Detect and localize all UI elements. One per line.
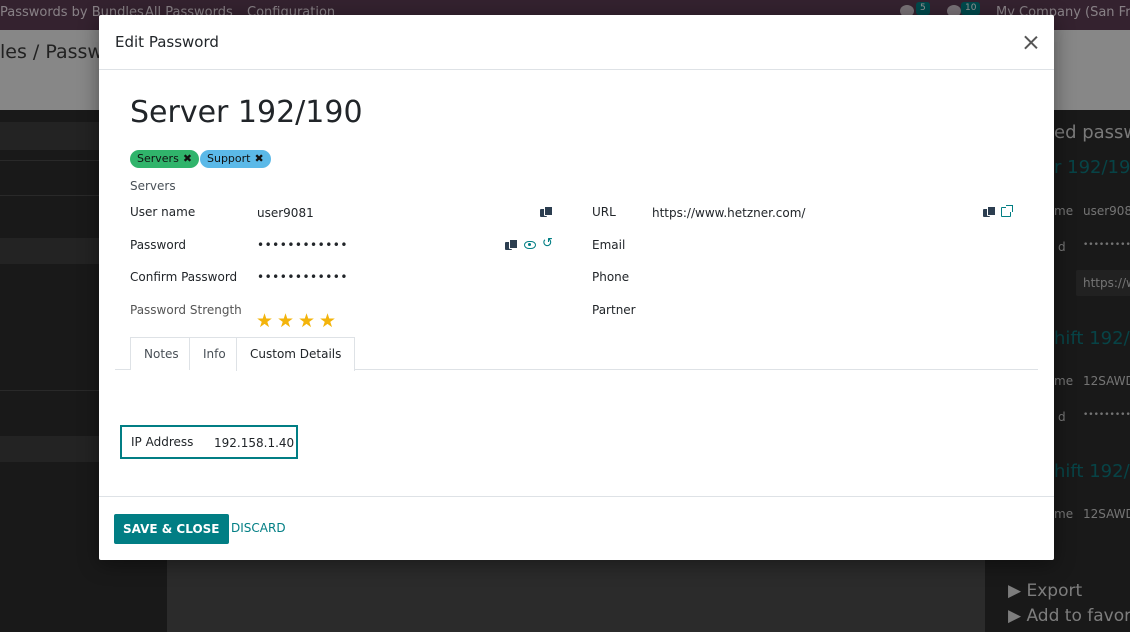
username-label: User name: [130, 205, 196, 219]
close-icon[interactable]: [1020, 32, 1042, 54]
star-icon: ★: [298, 310, 316, 332]
confirm-password-field[interactable]: ••••••••••••: [257, 270, 348, 284]
ip-address-label: IP Address: [131, 435, 194, 449]
show-password-icon[interactable]: [524, 241, 536, 249]
tab-custom-details[interactable]: Custom Details: [236, 337, 356, 371]
partner-label: Partner: [592, 303, 636, 317]
record-name-field[interactable]: Server 192/190: [130, 95, 363, 130]
tag-label: Servers: [137, 152, 179, 165]
bundle-group-label: Servers: [130, 179, 176, 193]
confirm-password-label: Confirm Password: [130, 270, 238, 284]
edit-password-dialog: Edit Password Server 192/190 Servers ✖ Su…: [99, 15, 1054, 560]
star-icon: ★: [277, 310, 295, 332]
password-label: Password: [130, 238, 187, 252]
email-label: Email: [592, 238, 626, 252]
url-field[interactable]: https://www.hetzner.com/: [652, 206, 805, 220]
copy-icon[interactable]: [983, 206, 996, 218]
url-label: URL: [592, 205, 616, 219]
modal-header: Edit Password: [99, 15, 1054, 70]
phone-label: Phone: [592, 270, 630, 284]
tab-info[interactable]: Info: [189, 337, 240, 370]
copy-icon[interactable]: [505, 239, 518, 251]
username-field[interactable]: user9081: [257, 206, 314, 220]
remove-tag-icon[interactable]: ✖: [183, 152, 192, 165]
modal-title: Edit Password: [115, 33, 219, 51]
tag-support: Support ✖: [200, 150, 271, 168]
ip-address-field[interactable]: 192.158.1.40: [214, 436, 294, 450]
password-field[interactable]: ••••••••••••: [257, 238, 348, 252]
remove-tag-icon[interactable]: ✖: [254, 152, 263, 165]
star-icon: ★: [256, 310, 274, 332]
tab-notes[interactable]: Notes: [130, 337, 193, 370]
modal-footer: SAVE & CLOSE DISCARD: [99, 496, 1054, 560]
external-link-icon[interactable]: [1001, 205, 1013, 217]
save-close-button[interactable]: SAVE & CLOSE: [114, 514, 229, 544]
regenerate-icon[interactable]: ↺: [542, 237, 553, 250]
tag-servers: Servers ✖: [130, 150, 200, 168]
password-strength-label: Password Strength: [130, 303, 242, 317]
ip-address-field-box[interactable]: IP Address 192.158.1.40: [120, 425, 298, 459]
copy-icon[interactable]: [540, 206, 553, 218]
discard-button[interactable]: DISCARD: [231, 521, 286, 535]
tag-label: Support: [207, 152, 251, 165]
star-icon: ★: [319, 310, 337, 332]
